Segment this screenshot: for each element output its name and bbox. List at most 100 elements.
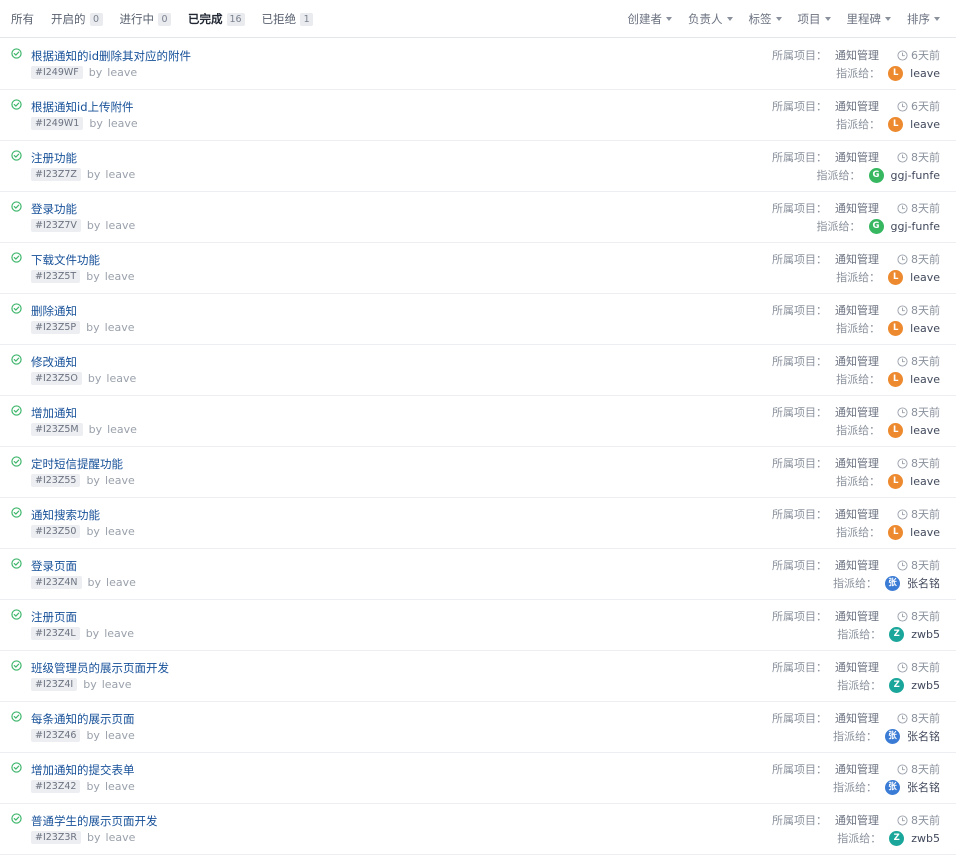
issue-row[interactable]: 班级管理员的展示页面开发 #I23Z4I by leave 所属项目： 通知管理…: [0, 651, 956, 702]
issue-project[interactable]: 通知管理: [835, 47, 879, 63]
issue-title[interactable]: 增加通知: [31, 405, 77, 421]
assignee-avatar[interactable]: G: [868, 167, 884, 183]
issue-project[interactable]: 通知管理: [835, 200, 879, 216]
assignee-avatar[interactable]: L: [888, 116, 904, 132]
issue-row[interactable]: 修改通知 #I23Z5O by leave 所属项目： 通知管理 8天前 指派给…: [0, 345, 956, 396]
filter-dropdown-2[interactable]: 标签: [749, 11, 782, 27]
issue-author[interactable]: leave: [107, 66, 137, 79]
assignee-avatar[interactable]: L: [888, 269, 904, 285]
issue-ident[interactable]: #I23Z46: [31, 729, 81, 742]
filter-dropdown-3[interactable]: 项目: [798, 11, 831, 27]
issue-title[interactable]: 删除通知: [31, 303, 77, 319]
issue-project[interactable]: 通知管理: [835, 455, 879, 471]
tab-0[interactable]: 所有: [11, 11, 34, 27]
issue-assignee[interactable]: 张名铭: [907, 728, 940, 744]
issue-project[interactable]: 通知管理: [835, 761, 879, 777]
issue-ident[interactable]: #I23Z5O: [31, 372, 82, 385]
issue-title[interactable]: 登录功能: [31, 201, 77, 217]
issue-project[interactable]: 通知管理: [835, 404, 879, 420]
issue-assignee[interactable]: leave: [910, 475, 940, 488]
issue-assignee[interactable]: leave: [910, 67, 940, 80]
assignee-avatar[interactable]: L: [888, 473, 904, 489]
issue-project[interactable]: 通知管理: [835, 251, 879, 267]
issue-assignee[interactable]: leave: [910, 271, 940, 284]
assignee-avatar[interactable]: 张: [885, 779, 900, 795]
assignee-avatar[interactable]: L: [888, 422, 904, 438]
issue-author[interactable]: leave: [105, 270, 135, 283]
issue-row[interactable]: 每条通知的展示页面 #I23Z46 by leave 所属项目： 通知管理 8天…: [0, 702, 956, 753]
issue-title[interactable]: 注册页面: [31, 609, 77, 625]
issue-author[interactable]: leave: [106, 372, 136, 385]
issue-row[interactable]: 根据通知id上传附件 #I249W1 by leave 所属项目： 通知管理 6…: [0, 90, 956, 141]
issue-project[interactable]: 通知管理: [835, 302, 879, 318]
issue-ident[interactable]: #I23Z42: [31, 780, 81, 793]
issue-project[interactable]: 通知管理: [835, 149, 879, 165]
issue-assignee[interactable]: zwb5: [911, 832, 940, 845]
issue-author[interactable]: leave: [106, 831, 136, 844]
assignee-avatar[interactable]: Z: [889, 677, 905, 693]
issue-author[interactable]: leave: [105, 525, 135, 538]
issue-title[interactable]: 通知搜索功能: [31, 507, 100, 523]
issue-row[interactable]: 普通学生的展示页面开发 #I23Z3R by leave 所属项目： 通知管理 …: [0, 804, 956, 855]
issue-ident[interactable]: #I23Z5T: [31, 270, 81, 283]
issue-row[interactable]: 注册功能 #I23Z7Z by leave 所属项目： 通知管理 8天前 指派给…: [0, 141, 956, 192]
issue-ident[interactable]: #I23Z5P: [31, 321, 81, 334]
issue-row[interactable]: 下载文件功能 #I23Z5T by leave 所属项目： 通知管理 8天前 指…: [0, 243, 956, 294]
issue-assignee[interactable]: ggj-funfe: [891, 220, 940, 233]
issue-assignee[interactable]: 张名铭: [907, 779, 940, 795]
issue-title[interactable]: 根据通知id上传附件: [31, 99, 134, 115]
filter-dropdown-4[interactable]: 里程碑: [847, 11, 891, 27]
assignee-avatar[interactable]: 张: [885, 728, 900, 744]
issue-author[interactable]: leave: [107, 423, 137, 436]
issue-project[interactable]: 通知管理: [835, 659, 879, 675]
assignee-avatar[interactable]: G: [868, 218, 884, 234]
issue-project[interactable]: 通知管理: [835, 353, 879, 369]
assignee-avatar[interactable]: L: [888, 320, 904, 336]
issue-title[interactable]: 修改通知: [31, 354, 77, 370]
tab-3[interactable]: 已完成 16: [188, 11, 245, 27]
issue-project[interactable]: 通知管理: [835, 608, 879, 624]
issue-row[interactable]: 登录页面 #I23Z4N by leave 所属项目： 通知管理 8天前 指派给…: [0, 549, 956, 600]
issue-row[interactable]: 登录功能 #I23Z7V by leave 所属项目： 通知管理 8天前 指派给…: [0, 192, 956, 243]
issue-row[interactable]: 增加通知 #I23Z5M by leave 所属项目： 通知管理 8天前 指派给…: [0, 396, 956, 447]
issue-ident[interactable]: #I23Z7Z: [31, 168, 81, 181]
issue-project[interactable]: 通知管理: [835, 557, 879, 573]
issue-project[interactable]: 通知管理: [835, 710, 879, 726]
issue-ident[interactable]: #I23Z7V: [31, 219, 81, 232]
issue-title[interactable]: 每条通知的展示页面: [31, 711, 135, 727]
tab-1[interactable]: 开启的 0: [51, 11, 103, 27]
issue-ident[interactable]: #I249W1: [31, 117, 84, 130]
issue-assignee[interactable]: leave: [910, 424, 940, 437]
issue-project[interactable]: 通知管理: [835, 812, 879, 828]
issue-title[interactable]: 增加通知的提交表单: [31, 762, 135, 778]
issue-author[interactable]: leave: [105, 474, 135, 487]
filter-dropdown-1[interactable]: 负责人: [688, 11, 733, 27]
issue-ident[interactable]: #I23Z4I: [31, 678, 78, 691]
issue-row[interactable]: 根据通知的id删除其对应的附件 #I249WF by leave 所属项目： 通…: [0, 39, 956, 90]
assignee-avatar[interactable]: L: [888, 65, 904, 81]
issue-assignee[interactable]: ggj-funfe: [891, 169, 940, 182]
issue-title[interactable]: 下载文件功能: [31, 252, 100, 268]
issue-ident[interactable]: #I23Z4L: [31, 627, 80, 640]
issue-author[interactable]: leave: [105, 219, 135, 232]
issue-author[interactable]: leave: [108, 117, 138, 130]
issue-author[interactable]: leave: [106, 576, 136, 589]
issue-title[interactable]: 根据通知的id删除其对应的附件: [31, 48, 191, 64]
issue-row[interactable]: 通知搜索功能 #I23Z50 by leave 所属项目： 通知管理 8天前 指…: [0, 498, 956, 549]
assignee-avatar[interactable]: 张: [885, 575, 900, 591]
issue-title[interactable]: 注册功能: [31, 150, 77, 166]
filter-dropdown-5[interactable]: 排序: [907, 11, 940, 27]
issue-author[interactable]: leave: [102, 678, 132, 691]
filter-dropdown-0[interactable]: 创建者: [628, 11, 672, 27]
issue-assignee[interactable]: zwb5: [911, 679, 940, 692]
assignee-avatar[interactable]: Z: [889, 830, 905, 846]
issue-author[interactable]: leave: [105, 729, 135, 742]
issue-author[interactable]: leave: [105, 168, 135, 181]
assignee-avatar[interactable]: L: [888, 371, 904, 387]
issue-project[interactable]: 通知管理: [835, 98, 879, 114]
assignee-avatar[interactable]: Z: [889, 626, 905, 642]
issue-author[interactable]: leave: [104, 627, 134, 640]
issue-project[interactable]: 通知管理: [835, 506, 879, 522]
issue-author[interactable]: leave: [105, 321, 135, 334]
issue-assignee[interactable]: leave: [910, 373, 940, 386]
